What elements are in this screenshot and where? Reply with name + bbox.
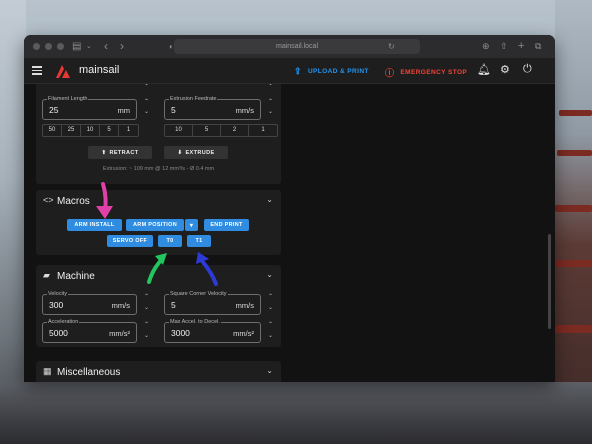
pink-arrow-icon (96, 182, 113, 219)
blue-arrow-icon (196, 252, 218, 286)
green-arrow-icon (147, 253, 167, 284)
annotation-arrows (96, 182, 218, 286)
